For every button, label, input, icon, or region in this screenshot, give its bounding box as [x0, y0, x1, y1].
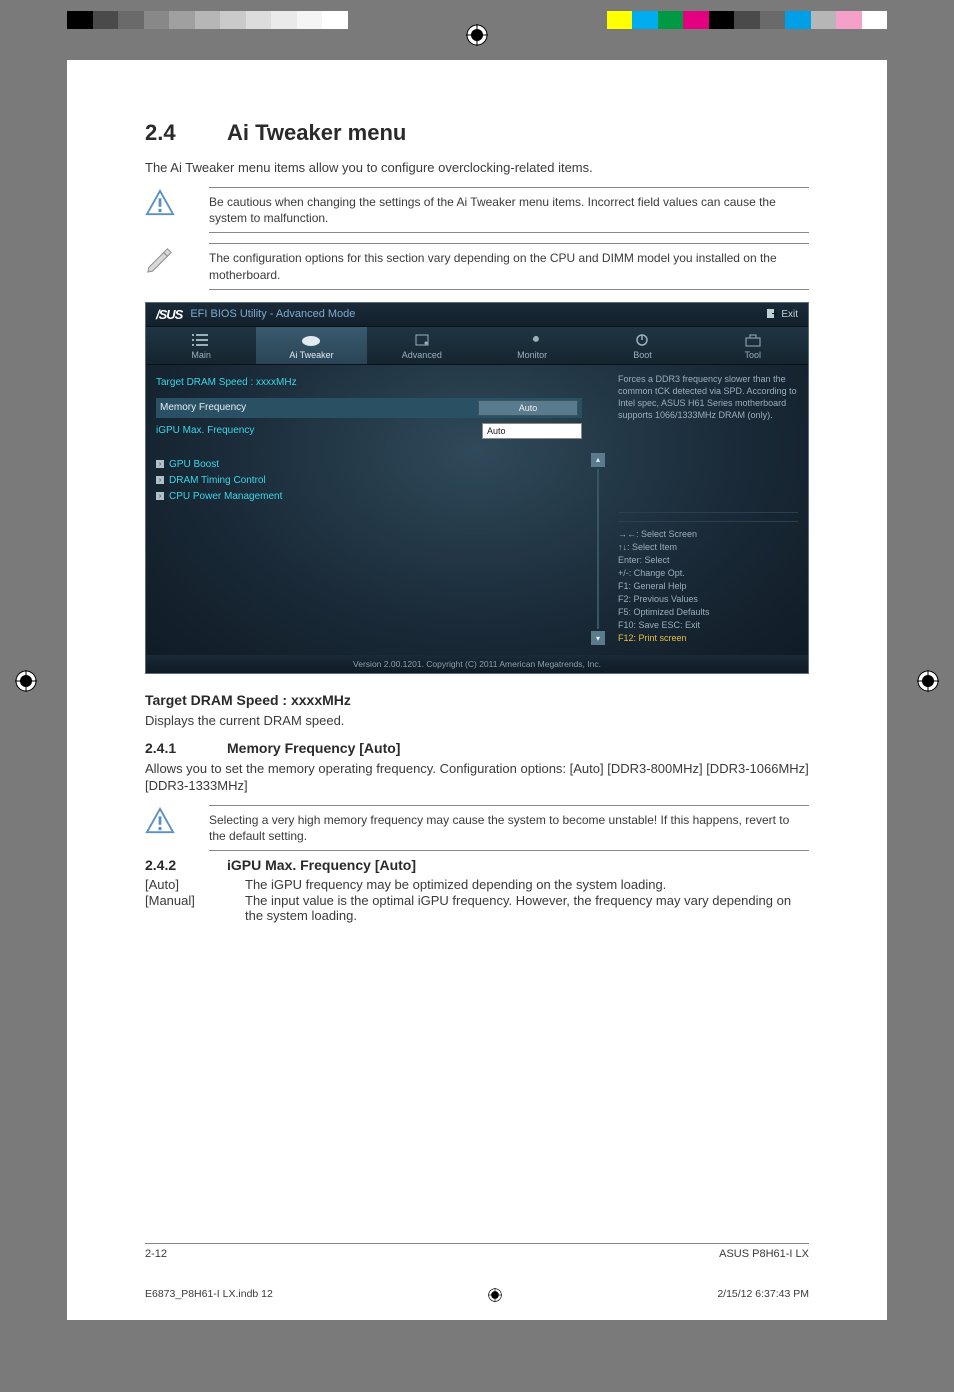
- tab-ai-tweaker[interactable]: Ai Tweaker: [256, 327, 366, 364]
- scroll-up-button[interactable]: ▴: [591, 453, 605, 467]
- registration-mark-right: [917, 670, 939, 692]
- toolbox-icon: [745, 333, 761, 347]
- chip-icon: [414, 333, 430, 347]
- text-241: Allows you to set the memory operating f…: [145, 760, 809, 795]
- registration-mark-top: [466, 24, 488, 46]
- exit-icon: [767, 309, 777, 319]
- warning-icon: [145, 189, 175, 217]
- section-intro: The Ai Tweaker menu items allow you to c…: [145, 160, 809, 175]
- row-242-manual: [Manual]The input value is the optimal i…: [145, 893, 809, 923]
- memory-frequency-value[interactable]: Auto: [478, 400, 578, 416]
- bios-scrollbar[interactable]: ▴ ▾: [590, 453, 606, 645]
- page: 2.4Ai Tweaker menu The Ai Tweaker menu i…: [67, 60, 887, 1320]
- section-title-text: Ai Tweaker menu: [227, 120, 406, 145]
- bios-screenshot: /SUS EFI BIOS Utility - Advanced Mode Ex…: [145, 302, 809, 674]
- tab-boot[interactable]: Boot: [587, 327, 697, 364]
- bios-key-legend: →←: Select Screen ↑↓: Select Item Enter:…: [618, 521, 798, 645]
- memory-frequency-label: Memory Frequency: [160, 402, 478, 413]
- warning-box-1: Be cautious when changing the settings o…: [145, 187, 809, 233]
- scroll-track: [597, 469, 599, 629]
- wrench-icon: [524, 333, 540, 347]
- igpu-frequency-value[interactable]: Auto: [482, 423, 582, 439]
- note-box-1: The configuration options for this secti…: [145, 243, 809, 289]
- bios-help-text: Forces a DDR3 frequency slower than the …: [618, 373, 798, 513]
- bios-tab-bar: Main Ai Tweaker Advanced Monitor Boot To…: [146, 327, 808, 365]
- colorbar-right: [607, 11, 888, 29]
- tab-tool[interactable]: Tool: [698, 327, 808, 364]
- text-target-dram: Displays the current DRAM speed.: [145, 712, 809, 730]
- scroll-down-button[interactable]: ▾: [591, 631, 605, 645]
- row-242-auto: [Auto]The iGPU frequency may be optimize…: [145, 877, 809, 892]
- tab-monitor[interactable]: Monitor: [477, 327, 587, 364]
- exit-label: Exit: [781, 309, 798, 320]
- print-filename: E6873_P8H61-I LX.indb 12: [145, 1288, 273, 1302]
- memory-frequency-row[interactable]: Memory Frequency Auto: [156, 398, 582, 418]
- doc-model: ASUS P8H61-I LX: [719, 1248, 809, 1260]
- tab-advanced[interactable]: Advanced: [367, 327, 477, 364]
- exit-button[interactable]: Exit: [767, 309, 798, 320]
- chevron-right-icon: ›: [156, 460, 164, 468]
- print-timestamp: 2/15/12 6:37:43 PM: [717, 1288, 809, 1302]
- pen-icon: [145, 245, 175, 273]
- section-title: 2.4Ai Tweaker menu: [145, 120, 809, 146]
- bios-title: EFI BIOS Utility - Advanced Mode: [190, 308, 355, 320]
- page-footer: 2-12 ASUS P8H61-I LX: [145, 1243, 809, 1260]
- sub-dram-timing[interactable]: ›DRAM Timing Control: [156, 475, 582, 486]
- warning-text-1: Be cautious when changing the settings o…: [209, 187, 809, 233]
- chevron-right-icon: ›: [156, 476, 164, 484]
- registration-mark-left: [15, 670, 37, 692]
- note-text-1: The configuration options for this secti…: [209, 243, 809, 289]
- registration-mark-bottom: [488, 1288, 502, 1302]
- section-number: 2.4: [145, 120, 227, 146]
- sub-gpu-boost[interactable]: ›GPU Boost: [156, 459, 582, 470]
- igpu-frequency-label: iGPU Max. Frequency: [156, 425, 482, 436]
- power-icon: [635, 333, 649, 347]
- warning-box-2: Selecting a very high memory frequency m…: [145, 805, 809, 851]
- igpu-frequency-row[interactable]: iGPU Max. Frequency Auto: [156, 423, 582, 439]
- heading-target-dram: Target DRAM Speed : xxxxMHz: [145, 692, 809, 708]
- heading-241: 2.4.1Memory Frequency [Auto]: [145, 740, 809, 756]
- tab-main[interactable]: Main: [146, 327, 256, 364]
- list-icon: [192, 333, 210, 347]
- asus-logo: /SUS: [156, 307, 182, 322]
- chevron-right-icon: ›: [156, 492, 164, 500]
- print-footer: E6873_P8H61-I LX.indb 12 2/15/12 6:37:43…: [145, 1288, 809, 1302]
- warning-text-2: Selecting a very high memory frequency m…: [209, 805, 809, 851]
- cloud-icon: [301, 333, 321, 347]
- warning-icon: [145, 807, 175, 835]
- colorbar-left: [67, 11, 348, 29]
- target-dram-line: Target DRAM Speed : xxxxMHz: [156, 377, 582, 388]
- heading-242: 2.4.2iGPU Max. Frequency [Auto]: [145, 857, 809, 873]
- sub-cpu-power[interactable]: ›CPU Power Management: [156, 491, 582, 502]
- bios-version-footer: Version 2.00.1201. Copyright (C) 2011 Am…: [146, 655, 808, 673]
- page-number: 2-12: [145, 1248, 167, 1260]
